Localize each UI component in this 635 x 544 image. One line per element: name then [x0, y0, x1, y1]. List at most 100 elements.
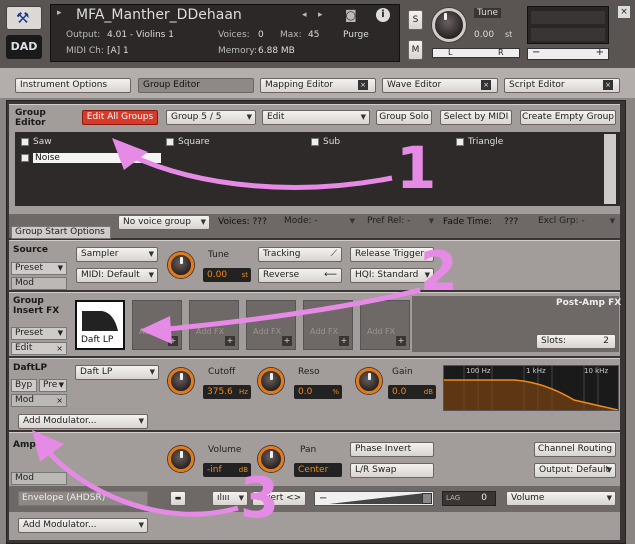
- master-tune-knob[interactable]: [432, 8, 466, 42]
- tracking-button[interactable]: Tracking ⟋: [258, 247, 342, 262]
- group-start-options-tab[interactable]: Group Start Options: [11, 226, 111, 239]
- tab-instrument-options[interactable]: Instrument Options: [15, 78, 131, 93]
- amp-pan-value[interactable]: Center: [294, 463, 342, 477]
- purge-menu[interactable]: Purge: [343, 30, 369, 40]
- slots-field[interactable]: Slots: 2: [536, 334, 616, 349]
- sampler-menu[interactable]: Sampler ▼: [76, 247, 158, 262]
- fade-time-value[interactable]: ???: [504, 217, 518, 227]
- collapse-icon[interactable]: ▸: [57, 8, 62, 18]
- annotation-number-2: 2: [420, 240, 458, 303]
- amp-label: Amp: [13, 440, 36, 450]
- amp-add-modulator-menu[interactable]: Add Modulator... ▼: [18, 518, 148, 533]
- output-value[interactable]: 4.01 - Violins 1: [107, 30, 174, 40]
- group-solo-button[interactable]: Group Solo: [376, 110, 432, 125]
- reso-value[interactable]: 0.0%: [294, 385, 342, 399]
- phase-invert-button[interactable]: Phase Invert: [350, 442, 434, 457]
- edit-all-groups-button[interactable]: Edit All Groups: [82, 110, 158, 125]
- tab-group-editor[interactable]: Group Editor: [138, 78, 254, 93]
- source-tune-value[interactable]: 0.00 st: [203, 268, 251, 282]
- tools-button[interactable]: ⚒: [6, 6, 42, 30]
- midi-default-menu[interactable]: MIDI: Default ▼: [76, 268, 158, 283]
- source-mod-tab[interactable]: Mod: [11, 277, 67, 290]
- insert-fx-preset-button[interactable]: Preset ▼: [11, 327, 67, 340]
- script-close-icon[interactable]: ×: [603, 80, 613, 90]
- pan-slider[interactable]: [432, 48, 520, 58]
- annotation-number-3: 3: [240, 466, 279, 531]
- channel-routing-button[interactable]: Channel Routing: [534, 442, 616, 457]
- group-item-sub[interactable]: Sub: [311, 137, 340, 147]
- volume-slider[interactable]: − +: [527, 47, 609, 60]
- midi-value[interactable]: [A] 1: [107, 46, 129, 56]
- voice-group-menu[interactable]: No voice group ▼: [118, 215, 210, 230]
- memory-value: 6.88 MB: [258, 46, 295, 56]
- mapping-close-icon[interactable]: ×: [358, 80, 368, 90]
- select-by-midi-button[interactable]: Select by MIDI: [440, 110, 512, 125]
- output-default-menu[interactable]: Output: Default ▼: [534, 463, 616, 478]
- filter-type-menu[interactable]: Daft LP ▼: [75, 365, 159, 380]
- gain-value[interactable]: 0.0 dB: [388, 385, 436, 399]
- amp-volume-knob[interactable]: [168, 446, 194, 472]
- cutoff-knob[interactable]: [168, 368, 194, 394]
- source-label: Source: [13, 245, 48, 255]
- envelope-shape-button[interactable]: ▬: [170, 491, 186, 506]
- excl-grp-menu[interactable]: Excl Grp: - ▼: [534, 215, 618, 230]
- dad-logo: DAD: [6, 35, 42, 59]
- group-select-menu[interactable]: Group 5 / 5 ▼: [166, 110, 256, 125]
- mute-button[interactable]: M: [408, 40, 423, 60]
- edit-menu[interactable]: Edit ▼: [262, 110, 370, 125]
- reso-knob[interactable]: [258, 368, 284, 394]
- info-icon[interactable]: i: [376, 8, 390, 22]
- freq-label-1khz: 1 kHz: [526, 367, 546, 375]
- tune-value[interactable]: 0.00: [474, 30, 494, 40]
- fx-slot-empty-2[interactable]: Add FX +: [189, 300, 239, 350]
- reverse-button[interactable]: Reverse ⟵: [258, 268, 342, 283]
- fx-slot-empty-3[interactable]: Add FX +: [246, 300, 296, 350]
- mod-intensity-slider[interactable]: −: [314, 491, 434, 506]
- midi-label: MIDI Ch:: [66, 46, 104, 56]
- waveform-icon: ılııı: [217, 493, 230, 503]
- instrument-name[interactable]: MFA_Manther_DDehaan: [76, 7, 242, 23]
- voices-value: 0: [258, 30, 264, 40]
- amp-volume-label: Volume: [208, 445, 242, 455]
- amp-pan-label: Pan: [300, 445, 317, 455]
- fx-slot-empty-4[interactable]: Add FX +: [303, 300, 353, 350]
- lag-field[interactable]: LAG 0: [442, 491, 496, 506]
- fx-slot-empty-1[interactable]: Add FX +: [132, 300, 182, 350]
- solo-button[interactable]: S: [408, 10, 423, 30]
- cutoff-value[interactable]: 375.6 Hz: [203, 385, 251, 399]
- max-value[interactable]: 45: [308, 30, 319, 40]
- next-instrument-icon[interactable]: ▸: [318, 10, 323, 20]
- insert-fx-edit-button[interactable]: Edit ×: [11, 342, 67, 355]
- filter-response-display: 100 Hz 1 kHz 10 kHz: [443, 365, 619, 411]
- freq-label-10khz: 10 kHz: [584, 367, 609, 375]
- post-amp-fx-label: Post-Amp FX: [556, 298, 622, 308]
- group-list-scrollbar[interactable]: [604, 134, 616, 204]
- group-item-triangle[interactable]: Triangle: [456, 137, 503, 147]
- mode-menu[interactable]: Mode: - ▼: [280, 215, 358, 230]
- daftlp-pre-button[interactable]: Pre ▼: [39, 379, 67, 392]
- envelope-tab[interactable]: Envelope (AHDSR): [18, 491, 148, 506]
- cutoff-label: Cutoff: [208, 367, 236, 377]
- create-empty-group-button[interactable]: Create Empty Group: [520, 110, 616, 125]
- daftlp-add-modulator-menu[interactable]: Add Modulator... ▼: [18, 414, 148, 429]
- group-item-noise[interactable]: Noise: [21, 153, 161, 163]
- close-instrument-icon[interactable]: ×: [618, 6, 630, 18]
- prev-instrument-icon[interactable]: ◂: [302, 10, 307, 20]
- level-meter: [527, 6, 609, 44]
- source-preset-button[interactable]: Preset ▼: [11, 262, 67, 275]
- source-tune-knob[interactable]: [168, 252, 194, 278]
- wave-close-icon[interactable]: ×: [481, 80, 491, 90]
- mod-target-menu[interactable]: Volume ▼: [506, 491, 616, 506]
- lr-swap-button[interactable]: L/R Swap: [350, 463, 434, 478]
- group-item-square[interactable]: Square: [166, 137, 210, 147]
- fx-slot-daft-lp[interactable]: Daft LP: [75, 300, 125, 350]
- amp-mod-tab[interactable]: Mod: [11, 472, 67, 485]
- daftlp-bypass-button[interactable]: Byp: [11, 379, 37, 392]
- daftlp-mod-tab[interactable]: Mod ×: [11, 394, 67, 407]
- down-arrow-icon: ▬: [174, 494, 182, 502]
- group-item-saw[interactable]: Saw: [21, 137, 52, 147]
- pref-rel-menu[interactable]: Pref Rel: - ▼: [363, 215, 437, 230]
- gain-knob[interactable]: [356, 368, 382, 394]
- camera-icon[interactable]: ◙: [345, 8, 357, 22]
- fx-slot-empty-5[interactable]: Add FX +: [360, 300, 410, 350]
